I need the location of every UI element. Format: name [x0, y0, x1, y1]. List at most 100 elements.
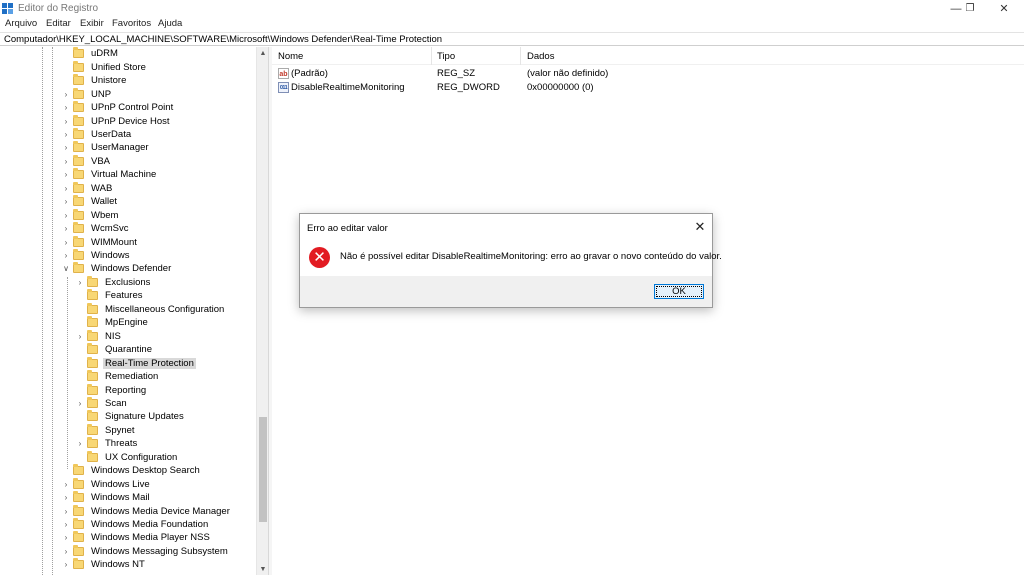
expand-chevron-icon[interactable]: › [76, 331, 84, 341]
folder-icon [87, 289, 98, 301]
expand-chevron-icon[interactable]: › [76, 398, 84, 408]
tree-item[interactable]: uDRM [62, 47, 120, 61]
tree-item[interactable]: Real-Time Protection [76, 356, 196, 370]
tree-item[interactable]: › UNP [62, 87, 113, 101]
tree-item[interactable]: › Windows Media Foundation [62, 518, 210, 532]
tree-item[interactable]: › Virtual Machine [62, 168, 158, 182]
tree-item[interactable]: Quarantine [76, 343, 154, 357]
tree-item[interactable]: › Exclusions [76, 275, 152, 290]
folder-icon [87, 396, 98, 408]
expand-chevron-icon[interactable]: › [62, 156, 70, 166]
tree-item[interactable]: › UPnP Control Point [62, 101, 175, 115]
expand-chevron-icon[interactable]: › [62, 493, 70, 503]
tree-item[interactable]: › Windows Media Player NSS [62, 531, 212, 545]
restore-button[interactable]: ❐ [953, 0, 987, 17]
binary-value-icon: 011 [278, 82, 289, 93]
expand-chevron-icon[interactable]: › [62, 129, 70, 139]
expand-chevron-icon[interactable]: › [62, 224, 70, 234]
tree-item[interactable]: › Scan [76, 396, 129, 411]
tree-item-label: Real-Time Protection [103, 357, 196, 369]
expand-chevron-icon[interactable]: › [76, 439, 84, 449]
column-header-tipo[interactable]: Tipo [437, 51, 455, 62]
expand-chevron-icon[interactable]: › [62, 251, 70, 261]
expand-chevron-icon[interactable]: › [76, 277, 84, 287]
tree-item[interactable]: › Windows Media Device Manager [62, 504, 232, 518]
tree-item[interactable]: Unified Store [62, 60, 148, 74]
menu-arquivo[interactable]: Arquivo [5, 18, 37, 29]
expand-chevron-icon[interactable]: › [62, 170, 70, 180]
close-window-button[interactable]: ✕ [987, 0, 1021, 17]
tree-item[interactable]: Remediation [76, 370, 160, 384]
expand-chevron-icon[interactable]: › [62, 546, 70, 556]
collapse-chevron-icon[interactable]: ∨ [62, 264, 70, 274]
values-list[interactable]: Nome Tipo Dados ab (Padrão) REG_SZ (valo… [272, 47, 1024, 575]
tree-item[interactable]: Windows Desktop Search [62, 464, 202, 478]
tree-scrollbar[interactable]: ▲ ▼ [256, 47, 268, 575]
folder-icon [87, 450, 98, 462]
tree-item[interactable]: Unistore [62, 74, 128, 88]
tree-item[interactable]: Signature Updates [76, 410, 186, 424]
tree-item[interactable]: MpEngine [76, 316, 150, 330]
tree-item[interactable]: Miscellaneous Configuration [76, 302, 226, 317]
tree-item[interactable]: › UserManager [62, 141, 151, 155]
tree-item[interactable]: › NIS [76, 329, 123, 343]
expand-chevron-icon[interactable]: › [62, 89, 70, 99]
tree-item[interactable]: › Windows Messaging Subsystem [62, 544, 230, 559]
tree-item[interactable]: › Threats [76, 437, 139, 451]
tree-item-label: WcmSvc [91, 223, 129, 235]
tree-item-label: Scan [105, 397, 127, 409]
folder-icon [87, 383, 98, 395]
menu-ajuda[interactable]: Ajuda [158, 18, 182, 29]
tree-item[interactable]: › Windows Live [62, 477, 152, 491]
tree-item[interactable]: UX Configuration [76, 450, 179, 465]
expand-chevron-icon[interactable]: › [62, 197, 70, 207]
tree-item[interactable]: › WIMMount [62, 235, 139, 249]
expand-chevron-icon[interactable]: › [62, 143, 70, 153]
value-row[interactable]: ab (Padrão) REG_SZ (valor não definido) [272, 67, 1024, 81]
registry-key-tree[interactable]: uDRM Unified Store Unistore › UNP › UPnP Contr… [0, 47, 268, 575]
expand-chevron-icon[interactable]: › [62, 533, 70, 543]
column-header-nome[interactable]: Nome [278, 51, 303, 62]
tree-item[interactable]: ∨ Windows Defender [62, 262, 173, 276]
tree-item[interactable]: › WAB [62, 181, 114, 196]
tree-item[interactable]: › UPnP Device Host [62, 114, 172, 128]
tree-item[interactable]: › WcmSvc [62, 222, 130, 236]
folder-icon [87, 275, 98, 287]
expand-chevron-icon[interactable]: › [62, 210, 70, 220]
tree-item[interactable]: › UserData [62, 127, 133, 142]
tree-item[interactable]: › Windows NT [62, 558, 147, 572]
address-bar[interactable]: Computador\HKEY_LOCAL_MACHINE\SOFTWARE\M… [0, 32, 1024, 46]
scroll-thumb[interactable] [259, 417, 267, 522]
tree-item-label: Windows Media Foundation [91, 519, 209, 530]
column-header-dados[interactable]: Dados [527, 51, 554, 62]
expand-chevron-icon[interactable]: › [62, 479, 70, 489]
tree-item[interactable]: Reporting [76, 383, 148, 397]
tree-item[interactable]: › Windows [62, 249, 132, 263]
tree-item[interactable]: Spynet [76, 423, 137, 438]
tree-item[interactable]: › VBA [62, 154, 112, 169]
folder-icon [87, 410, 98, 422]
value-row[interactable]: 011 DisableRealtimeMonitoring REG_DWORD … [272, 81, 1024, 95]
expand-chevron-icon[interactable]: › [62, 116, 70, 126]
expand-chevron-icon[interactable]: › [62, 103, 70, 113]
tree-item[interactable]: › Wallet [62, 195, 119, 209]
menu-exibir[interactable]: Exibir [80, 18, 104, 29]
tree-item[interactable]: › Wbem [62, 208, 120, 222]
menu-favoritos[interactable]: Favoritos [112, 18, 151, 29]
folder-icon [73, 60, 84, 72]
dialog-title: Erro ao editar valor [307, 223, 388, 234]
expand-chevron-icon[interactable]: › [62, 506, 70, 516]
expand-chevron-icon[interactable]: › [62, 560, 70, 570]
folder-icon [87, 329, 98, 341]
dialog-close-button[interactable]: ✕ [692, 219, 708, 235]
folder-icon [73, 47, 84, 59]
expand-chevron-icon[interactable]: › [62, 237, 70, 247]
tree-item[interactable]: Features [76, 289, 145, 303]
expand-chevron-icon[interactable]: › [62, 520, 70, 530]
menu-editar[interactable]: Editar [46, 18, 71, 29]
tree-item[interactable]: › Windows Mail [62, 491, 152, 505]
expand-chevron-icon[interactable]: › [62, 183, 70, 193]
ok-button[interactable]: OK [654, 284, 704, 299]
folder-icon [73, 518, 84, 529]
